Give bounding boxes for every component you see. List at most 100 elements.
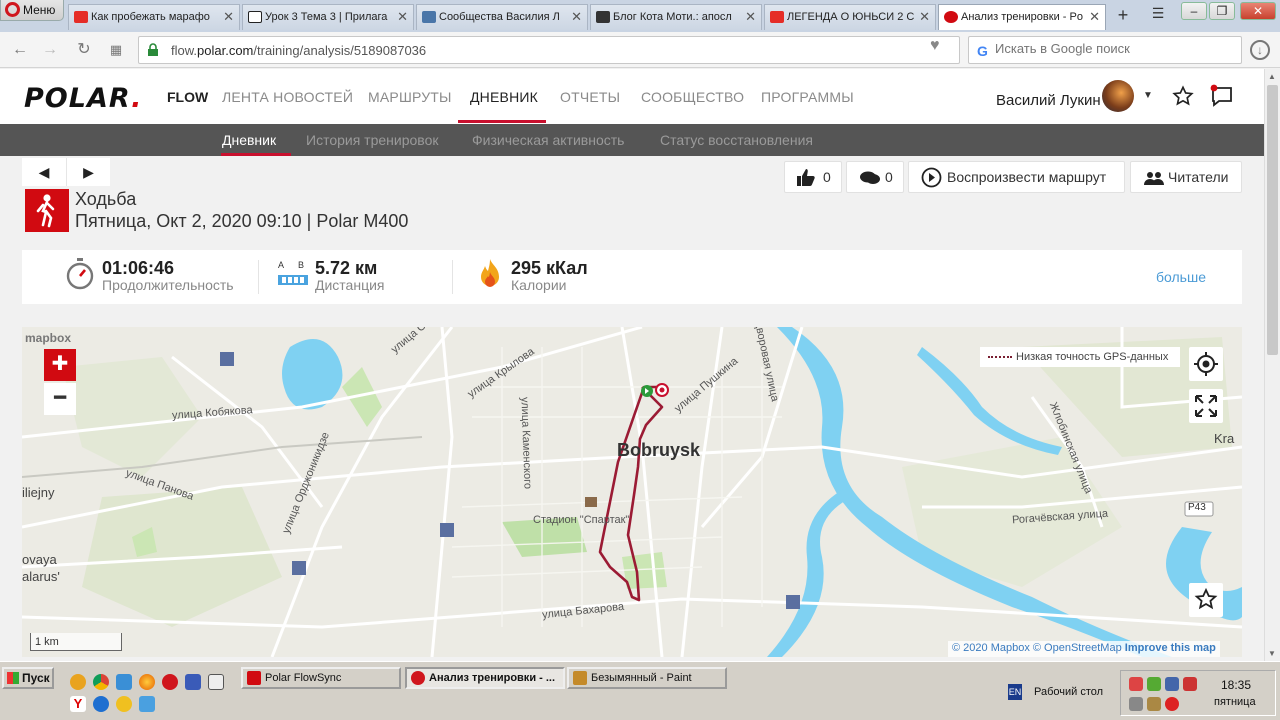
like-button[interactable]: 0 (784, 161, 842, 193)
previous-training-button[interactable]: ◀ (22, 158, 66, 186)
network-icon[interactable] (139, 696, 155, 712)
osm-link[interactable]: OpenStreetMap (1044, 642, 1122, 654)
close-window-button[interactable]: ✕ (1240, 2, 1276, 20)
chrome-icon[interactable] (93, 674, 109, 690)
fullscreen-button[interactable] (1189, 389, 1223, 423)
user-name[interactable]: Василий Лукин (996, 92, 1101, 109)
download-icon[interactable]: ↓ (1250, 40, 1270, 60)
taskbar-item-flowsync[interactable]: Polar FlowSync (241, 667, 401, 689)
sport-name: Ходьба (75, 189, 137, 209)
minimize-button[interactable]: – (1181, 2, 1207, 20)
tray-icon[interactable] (1147, 677, 1161, 691)
more-link[interactable]: больше (1156, 269, 1206, 285)
close-tab-icon[interactable]: ✕ (919, 5, 930, 29)
browser-tab[interactable]: Урок 3 Тема 3 | Прилага ✕ (242, 4, 414, 30)
url-field[interactable]: flow.polar.com/training/analysis/5189087… (138, 36, 960, 64)
taskbar-item-paint[interactable]: Безымянный - Paint (567, 667, 727, 689)
browser-tab[interactable]: Как пробежать марафо ✕ (68, 4, 240, 30)
improve-map-link[interactable]: Improve this map (1125, 642, 1216, 654)
polar-logo[interactable]: POLAR. (24, 83, 142, 114)
notification-icon[interactable] (1210, 84, 1234, 108)
scroll-thumb[interactable] (1267, 85, 1278, 355)
page-scrollbar[interactable]: ▲ ▼ (1264, 69, 1280, 661)
close-tab-icon[interactable]: ✕ (571, 5, 582, 29)
browser-tab[interactable]: Сообщества Василия Л ✕ (416, 4, 588, 30)
avatar[interactable] (1102, 80, 1134, 112)
favorite-route-button[interactable] (1189, 583, 1223, 617)
zoom-out-button[interactable]: ━ (44, 383, 76, 415)
flow-label[interactable]: FLOW (167, 89, 208, 105)
route-map[interactable]: mapbox ✚ ━ улица Крылова улица Пушкина Д… (22, 327, 1242, 657)
nav-routes[interactable]: МАРШРУТЫ (368, 89, 452, 105)
subnav-active-indicator (221, 153, 291, 156)
close-tab-icon[interactable]: ✕ (745, 5, 756, 29)
shield-icon[interactable] (1183, 677, 1197, 691)
subnav-diary[interactable]: Дневник (222, 132, 276, 148)
google-search-input[interactable] (995, 41, 1235, 56)
tray-icon[interactable] (1147, 697, 1161, 711)
scroll-up-icon[interactable]: ▲ (1268, 72, 1276, 81)
flame-icon (481, 259, 499, 287)
mapbox-link[interactable]: © 2020 Mapbox © (952, 642, 1041, 654)
mapbox-logo[interactable]: mapbox (25, 331, 71, 345)
nav-reports[interactable]: ОТЧЕТЫ (560, 89, 620, 105)
nav-community[interactable]: СООБЩЕСТВО (641, 89, 744, 105)
scroll-down-icon[interactable]: ▼ (1268, 649, 1276, 658)
browser-tab-active[interactable]: Анализ тренировки - Po ✕ (938, 4, 1106, 30)
save-icon[interactable] (185, 674, 201, 690)
reload-icon[interactable]: ↻ (74, 40, 94, 60)
walking-sport-icon (25, 189, 69, 232)
browser-menu-button[interactable]: Меню (0, 0, 64, 21)
maximize-button[interactable]: ❐ (1209, 2, 1235, 20)
training-meta: Пятница, Окт 2, 2020 09:10 | Polar M400 (75, 211, 409, 231)
computer-icon[interactable] (116, 674, 132, 690)
subnav-recovery[interactable]: Статус восстановления (660, 132, 813, 148)
taskbar-item-browser[interactable]: Анализ тренировки - ... (405, 667, 565, 689)
replay-route-button[interactable]: Воспроизвести маршрут (908, 161, 1125, 193)
tray-icon[interactable] (1129, 677, 1143, 691)
desktop-toolbar-label[interactable]: Рабочий стол (1034, 686, 1103, 698)
opera-tray-icon[interactable] (1165, 697, 1179, 711)
ie-icon[interactable] (93, 696, 109, 712)
close-tab-icon[interactable]: ✕ (223, 5, 234, 29)
map-place-label: ovaya (22, 552, 57, 567)
language-indicator[interactable]: EN (1008, 684, 1022, 700)
divider (258, 260, 259, 294)
opera-icon[interactable] (162, 674, 178, 690)
bookmark-heart-icon[interactable]: ♥ (930, 37, 954, 57)
tray-icon[interactable] (1129, 697, 1143, 711)
forward-icon[interactable]: → (40, 40, 60, 60)
media-player-icon[interactable] (116, 696, 132, 712)
tab-list-icon[interactable]: ☰ (1147, 5, 1169, 27)
calories-label: Калории (511, 277, 567, 293)
next-training-button[interactable]: ▶ (66, 158, 110, 186)
tray-icon[interactable] (1165, 677, 1179, 691)
subnav-activity[interactable]: Физическая активность (472, 132, 624, 148)
readers-button[interactable]: Читатели (1130, 161, 1242, 193)
avast-icon[interactable] (70, 674, 86, 690)
comments-button[interactable]: 0 (846, 161, 904, 193)
yandex-icon[interactable]: Y (70, 696, 86, 712)
close-tab-icon[interactable]: ✕ (397, 5, 408, 29)
close-tab-icon[interactable]: ✕ (1089, 5, 1100, 29)
back-icon[interactable]: ← (10, 40, 30, 60)
chevron-down-icon[interactable]: ▼ (1143, 90, 1153, 101)
nav-diary[interactable]: ДНЕВНИК (470, 89, 538, 105)
speed-dial-icon[interactable]: ▦ (106, 40, 126, 60)
zoom-in-button[interactable]: ✚ (44, 349, 76, 381)
nav-programs[interactable]: ПРОГРАММЫ (761, 89, 854, 105)
browser-tab[interactable]: ЛЕГЕНДА О ЮНЬСИ 2 С ✕ (764, 4, 936, 30)
firefox-icon[interactable] (139, 674, 155, 690)
star-icon[interactable] (1172, 85, 1194, 107)
clock-time[interactable]: 18:35 (1221, 678, 1251, 692)
nav-feed[interactable]: ЛЕНТА НОВОСТЕЙ (222, 89, 353, 105)
new-tab-button[interactable]: + (1112, 5, 1134, 27)
locate-button[interactable] (1189, 347, 1223, 381)
browser-tab[interactable]: Блог Кота Моти.: апосл ✕ (590, 4, 762, 30)
google-search-field[interactable]: G (968, 36, 1242, 64)
calculator-icon[interactable] (208, 674, 224, 690)
comment-count: 0 (885, 169, 893, 185)
subnav-history[interactable]: История тренировок (306, 132, 438, 148)
windows-taskbar: Пуск Y Polar FlowSync Анализ тренировки … (0, 661, 1280, 720)
start-button[interactable]: Пуск (2, 667, 54, 689)
